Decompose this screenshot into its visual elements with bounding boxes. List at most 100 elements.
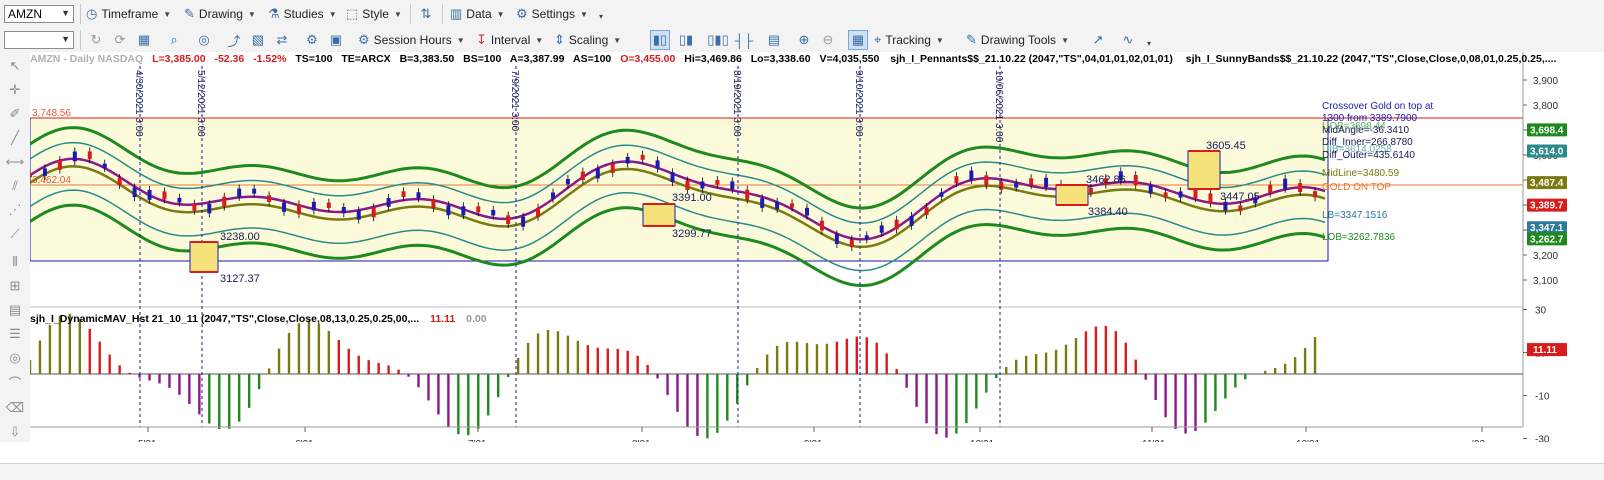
chevron-down-icon: ▼ — [935, 35, 944, 45]
candle-body — [1029, 178, 1034, 186]
last-price: L=3,385.00 — [152, 53, 206, 65]
properties-icon[interactable]: ⚙ — [302, 30, 322, 50]
low: Lo=3,338.60 — [751, 53, 811, 65]
candle-body — [819, 220, 824, 231]
scroll-down-icon[interactable]: ⇩ — [5, 422, 25, 442]
candle-body — [775, 201, 780, 209]
settings-menu[interactable]: ⚙ Settings ▼ — [516, 4, 588, 24]
candle-body — [341, 207, 346, 214]
info-lob: LOB=3262.7836 — [1322, 232, 1396, 243]
price-badge-label: 3,698.4 — [1530, 125, 1564, 136]
date-marker-label: 5/12/2021 3:00 — [195, 70, 206, 137]
style-menu[interactable]: ⬚ Style ▼ — [346, 4, 402, 24]
compare-icon[interactable]: ⇄ — [272, 30, 292, 50]
hline-group-icon[interactable]: ☰ — [5, 324, 25, 344]
zoom-search-icon[interactable]: ⌕ — [164, 30, 184, 50]
ohlc-icon[interactable]: ┤├ — [734, 30, 754, 50]
info-uob: UOB=3698.44 — [1322, 121, 1386, 132]
candle-body — [849, 239, 854, 248]
candlestick-icon[interactable]: ▮▯ — [650, 30, 670, 50]
scaling-icon: ⇕ — [554, 32, 565, 47]
table-icon[interactable]: ▤ — [5, 300, 25, 320]
fib-icon[interactable]: ⋰ — [5, 200, 25, 220]
session-hours-menu[interactable]: ⚙ Session Hours ▼ — [358, 30, 465, 50]
candle-body — [924, 207, 929, 215]
candle-body — [491, 209, 496, 216]
indicator-icon[interactable]: ∿ — [1118, 30, 1138, 50]
candle-body — [580, 171, 585, 180]
volume-icon[interactable]: ▯▮▯ — [707, 30, 728, 50]
data-menu[interactable]: ▥ Data ▼ — [450, 4, 505, 24]
chart-area[interactable]: 3,748.56 3,462.04 4/30/2021 3:00 5/12/202… — [28, 52, 1604, 450]
time-tick-label: '22 — [1472, 439, 1485, 442]
format-icon[interactable]: ▣ — [326, 30, 346, 50]
bar-chart-icon[interactable]: ▯▮ — [676, 30, 696, 50]
interval-menu[interactable]: ↧ Interval ▼ — [476, 30, 543, 50]
candle-body — [610, 163, 615, 173]
timeframe-label: Timeframe — [101, 7, 159, 21]
erase-icon[interactable]: ⌫ — [5, 398, 25, 418]
scaling-menu[interactable]: ⇕ Scaling ▼ — [554, 30, 621, 50]
drawing-menu[interactable]: ✎ Drawing ▼ — [184, 4, 256, 24]
tracking-menu[interactable]: ⌖ Tracking ▼ — [874, 30, 944, 50]
time-tick-label: 9'21 — [804, 439, 823, 442]
interval-combo[interactable]: ▼ — [4, 31, 74, 49]
trendline-icon[interactable]: ╱ — [5, 128, 25, 148]
drawing-tools-menu[interactable]: ✎ Drawing Tools ▼ — [966, 30, 1069, 50]
cross-icon[interactable]: ✛ — [5, 80, 25, 100]
brush-icon[interactable]: ✐ — [5, 104, 25, 124]
horizontal-line-icon[interactable]: ⟷ — [5, 152, 25, 172]
candle-body — [655, 160, 660, 169]
symbol-description: AMZN - Daily NASDAQ — [30, 53, 143, 65]
candle-body — [371, 207, 376, 218]
toolbar-separator — [410, 4, 411, 24]
chevron-down-icon: ▼ — [535, 35, 544, 45]
image-icon[interactable]: ▧ — [248, 30, 268, 50]
circle-icon[interactable]: ◎ — [5, 348, 25, 368]
panels-icon[interactable]: ▤ — [764, 30, 784, 50]
time-tick-label: 6'21 — [295, 439, 314, 442]
candle-body — [969, 170, 974, 181]
trend-icon[interactable]: ↗ — [1088, 30, 1108, 50]
zoom-in-icon[interactable]: ⊕ — [794, 30, 814, 50]
pointer-icon[interactable]: ↖ — [5, 56, 25, 76]
ruler-icon[interactable]: ⟋ — [5, 224, 25, 244]
refresh-icon[interactable]: ↻ — [86, 30, 106, 50]
compass-icon[interactable]: ◎ — [194, 30, 214, 50]
overflow-menu[interactable]: ▾ — [594, 6, 603, 26]
studies-menu[interactable]: ⚗ Studies ▼ — [268, 4, 337, 24]
candle-body — [1088, 187, 1093, 194]
symbol-combo[interactable]: AMZN ▼ — [4, 5, 74, 23]
candle-body — [864, 235, 869, 240]
candle-body — [640, 154, 645, 160]
vertical-lines-icon[interactable]: ⦀ — [5, 252, 25, 272]
candle-body — [625, 156, 630, 164]
channel-icon[interactable]: ⫽ — [5, 176, 25, 196]
crosshair-grid-icon[interactable]: ▦ — [848, 30, 868, 50]
zoom-out-icon[interactable]: ⊖ — [818, 30, 838, 50]
sync-icon[interactable]: ⟳ — [110, 30, 130, 50]
gann-icon[interactable]: ⊞ — [5, 276, 25, 296]
drawing-label: Drawing — [198, 7, 243, 21]
chevron-down-icon: ▼ — [496, 9, 505, 19]
price-chart[interactable]: 3,748.56 3,462.04 4/30/2021 3:00 5/12/202… — [28, 52, 1604, 450]
link-windows-icon[interactable]: ⇅ — [416, 4, 436, 24]
subpanel-study-name: sjh_I_DynamicMAV_Hst 21_10_11 (2047,"TS"… — [30, 313, 419, 325]
info-midline: MidLine=3480.59 — [1322, 168, 1399, 179]
toolbar-separator — [80, 4, 81, 24]
interval-icon: ↧ — [476, 32, 487, 47]
chart-line-icon[interactable]: ⤴ — [224, 30, 244, 50]
tracking-icon: ⌖ — [874, 32, 882, 47]
pennant-box — [642, 203, 676, 227]
candle-body — [117, 177, 122, 186]
grid-icon[interactable]: ▦ — [134, 30, 154, 50]
candle-body — [984, 175, 989, 186]
timeframe-menu[interactable]: ◷ Timeframe ▼ — [86, 4, 171, 24]
arc-icon[interactable]: ⌒ — [5, 372, 25, 392]
sub-tick-label: -30 — [1535, 435, 1550, 443]
price-tick-label: 3,200 — [1533, 251, 1558, 262]
settings-label: Settings — [531, 7, 576, 21]
candle-body — [790, 203, 795, 208]
overflow-menu-2[interactable]: ▾ — [1142, 33, 1151, 53]
bid: B=3,383.50 — [400, 53, 455, 65]
